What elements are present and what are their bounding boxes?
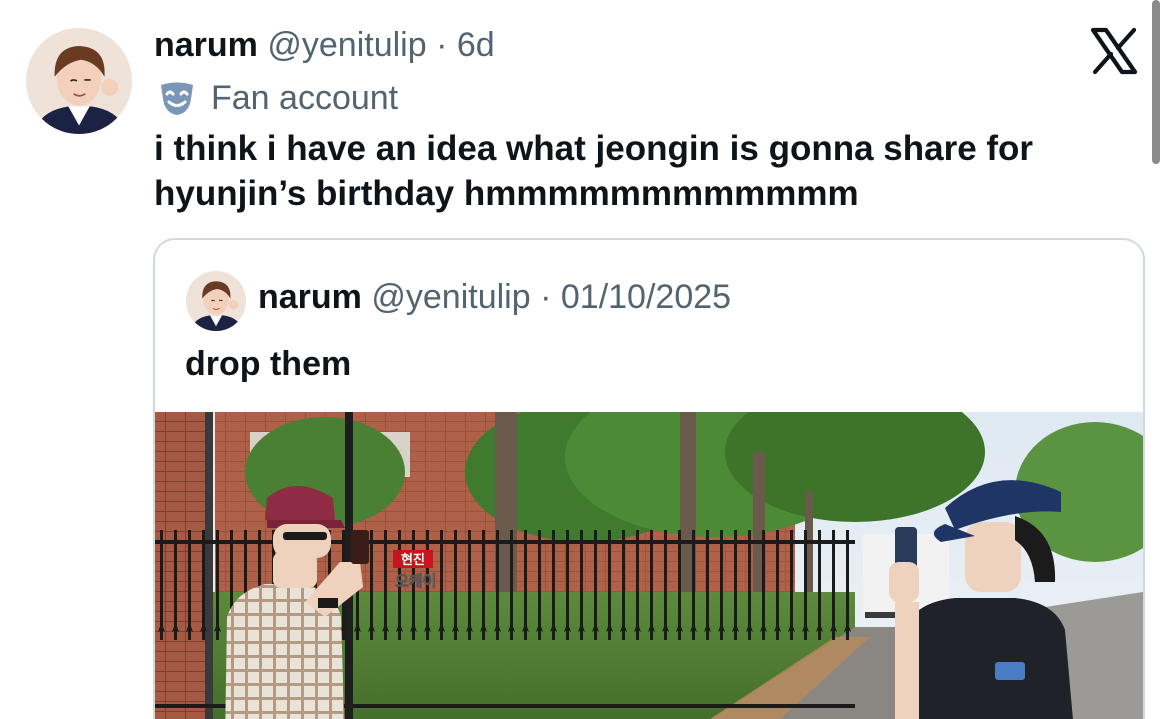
header-separator: · — [436, 26, 448, 64]
author-avatar-image — [26, 28, 132, 134]
quoted-tweet-body: drop them — [185, 345, 352, 383]
video-caption-name: 현진 — [401, 552, 425, 568]
tweet-header: narum @yenitulip · 6d — [154, 24, 495, 66]
quoted-author-handle[interactable]: @yenitulip — [371, 278, 530, 316]
quoted-header-separator: · — [540, 278, 552, 316]
author-handle[interactable]: @yenitulip — [267, 26, 426, 64]
tweet-timestamp[interactable]: 6d — [457, 26, 495, 64]
quoted-tweet-photo[interactable]: 현진 오케이 — [155, 412, 1143, 719]
theater-mask-icon — [161, 82, 193, 115]
quoted-author-avatar-image — [186, 271, 246, 331]
x-logo-icon[interactable] — [1089, 26, 1139, 76]
author-avatar[interactable] — [26, 28, 132, 134]
quoted-author-avatar[interactable] — [186, 271, 246, 331]
scrollbar[interactable] — [1152, 0, 1160, 164]
quoted-tweet-date[interactable]: 01/10/2025 — [561, 278, 731, 316]
author-name[interactable]: narum — [154, 26, 258, 64]
tweet-body: i think i have an idea what jeongin is g… — [154, 129, 1034, 213]
tweet-view: narum @yenitulip · 6d Fan account i thin… — [0, 0, 1169, 719]
fan-account-text: Fan account — [211, 79, 399, 117]
quoted-tweet-header: narum @yenitulip · 01/10/2025 — [258, 276, 731, 318]
video-caption-text: 오케이 — [395, 572, 436, 590]
fan-account-label: Fan account — [157, 78, 398, 118]
quoted-tweet[interactable]: narum @yenitulip · 01/10/2025 drop them — [153, 238, 1145, 719]
quoted-author-name[interactable]: narum — [258, 278, 362, 316]
